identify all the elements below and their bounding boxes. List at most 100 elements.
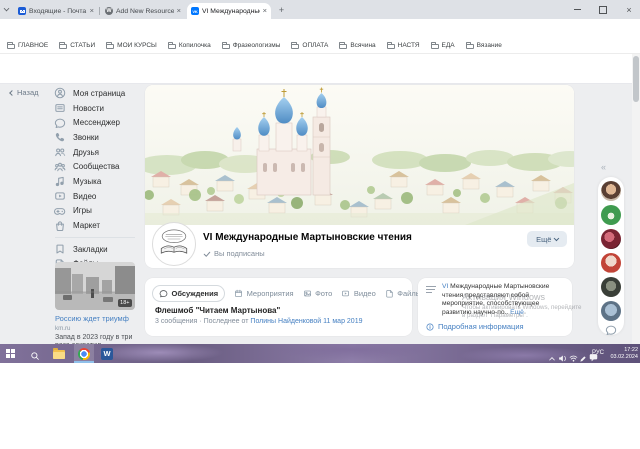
tab-discussions[interactable]: Обсуждения: [152, 285, 225, 302]
discussion-author-link[interactable]: Полины Найденковой: [250, 318, 321, 325]
friend-avatar[interactable]: [601, 181, 621, 201]
friend-avatar[interactable]: [601, 205, 621, 225]
network-icon[interactable]: [569, 350, 578, 368]
volume-icon[interactable]: [558, 350, 567, 368]
browser-tab-resource[interactable]: Add New Resource - 2022 - 20 ×: [101, 3, 185, 19]
bookmark-folder[interactable]: Всячина: [339, 42, 375, 50]
files-tab-icon: [385, 289, 394, 298]
communities-icon: [54, 161, 66, 173]
sidebar-item-news[interactable]: Новости: [54, 101, 146, 116]
bookmark-folder[interactable]: Копилочка: [168, 42, 211, 50]
ad-image[interactable]: 18+: [55, 262, 135, 310]
bookmark-folder[interactable]: СТАТЬИ: [59, 42, 95, 50]
browser-tabstrip: Входящие - Почта Mail.ru × Add New Resou…: [0, 0, 640, 19]
content-tabs: Обсуждения Мероприятия Фото Видео Файлы: [152, 284, 421, 302]
tab-photos[interactable]: Фото: [303, 289, 333, 298]
vk-header: вконтакте: [0, 54, 632, 84]
friend-avatar[interactable]: [601, 277, 621, 297]
friend-avatar[interactable]: [601, 253, 621, 273]
tab-files[interactable]: Файлы: [385, 289, 421, 298]
market-icon: [54, 220, 66, 232]
messenger-icon: [54, 117, 66, 129]
window-minimize-button[interactable]: [566, 0, 588, 19]
vk-favicon-icon: [191, 7, 199, 15]
detailed-info-link[interactable]: Подробная информация: [426, 322, 524, 331]
messages-bubble-icon[interactable]: [605, 323, 617, 341]
window-close-button[interactable]: ×: [618, 0, 640, 19]
community-avatar[interactable]: [152, 222, 196, 266]
community-description: VI Международные Мартыновские чтения пре…: [442, 283, 566, 318]
video-icon: [54, 190, 66, 202]
bookmark-folder[interactable]: Фразеологизмы: [222, 42, 281, 50]
file-explorer-icon[interactable]: [53, 350, 65, 359]
sidebar-item-bookmarks[interactable]: Закладки: [54, 242, 146, 257]
taskbar-search-icon[interactable]: [30, 348, 40, 366]
tab-search-chevron-icon[interactable]: [4, 6, 10, 12]
collapse-panel-icon[interactable]: «: [601, 162, 606, 172]
new-tab-button[interactable]: +: [276, 4, 287, 15]
folder-icon: [7, 44, 15, 50]
bookmarks-icon: [54, 243, 66, 255]
info-icon: [426, 323, 434, 331]
description-lines-icon: [426, 286, 436, 294]
sidebar-item-my-page[interactable]: Моя страница: [54, 86, 146, 101]
bookmark-folder[interactable]: МОИ КУРСЫ: [106, 42, 157, 50]
games-icon: [54, 205, 66, 217]
sidebar-item-friends[interactable]: Друзья: [54, 145, 146, 160]
friends-online-strip: [598, 177, 624, 335]
page-scrollbar[interactable]: [632, 54, 640, 344]
window-restore-button[interactable]: [592, 0, 614, 19]
bookmark-folder[interactable]: НАСТЯ: [387, 42, 420, 50]
word-icon[interactable]: [101, 348, 113, 360]
tray-expand-icon[interactable]: [548, 350, 556, 368]
sidebar-item-market[interactable]: Маркет: [54, 218, 146, 233]
chrome-taskbar-button[interactable]: [74, 344, 94, 363]
clock-time: 17:22: [606, 347, 638, 354]
folder-icon: [106, 44, 114, 50]
tab-close-icon[interactable]: ×: [263, 7, 267, 15]
folder-icon: [222, 44, 230, 50]
sidebar-item-video[interactable]: Видео: [54, 189, 146, 204]
vk-page: Назад Моя страница Новости Мессенджер Зв…: [0, 84, 632, 344]
tab-close-icon[interactable]: ×: [177, 7, 181, 15]
friend-avatar[interactable]: [601, 301, 621, 321]
bookmark-folder[interactable]: ГЛАВНОЕ: [7, 42, 48, 50]
sidebar-item-music[interactable]: Музыка: [54, 174, 146, 189]
ad-title[interactable]: Россию ждет триумф: [55, 314, 135, 323]
language-indicator[interactable]: РУС: [592, 350, 604, 356]
subscription-status[interactable]: Вы подписаны: [203, 249, 265, 258]
friend-avatar[interactable]: [601, 229, 621, 249]
tab-separator: [99, 7, 100, 15]
sidebar-item-communities[interactable]: Сообщества: [54, 159, 146, 174]
sidebar-item-messenger[interactable]: Мессенджер: [54, 115, 146, 130]
community-more-button[interactable]: Ещё: [527, 231, 567, 247]
folder-icon: [466, 44, 474, 50]
browser-tab-vk-active[interactable]: VI Международные Мартынов… ×: [187, 3, 271, 19]
photos-icon: [303, 289, 312, 298]
taskbar-clock[interactable]: 17:22 03.02.2024: [606, 347, 638, 362]
sidebar-item-calls[interactable]: Звонки: [54, 130, 146, 145]
community-title: VI Международные Мартыновские чтения: [203, 232, 412, 243]
description-more-link[interactable]: Ещё: [508, 309, 524, 316]
discussion-date-link[interactable]: 11 мар 2019: [321, 318, 362, 325]
discussions-icon: [159, 289, 168, 298]
check-icon: [203, 250, 211, 258]
friends-icon: [54, 146, 66, 158]
tab-close-icon[interactable]: ×: [90, 7, 94, 15]
sidebar-ad[interactable]: 18+ Россию ждет триумф km.ru Запад в 202…: [55, 262, 135, 351]
bookmark-folder[interactable]: ОПЛАТА: [291, 42, 328, 50]
start-button-icon[interactable]: [6, 349, 15, 358]
sidebar-item-games[interactable]: Игры: [54, 204, 146, 219]
vk-sidebar-menu: Моя страница Новости Мессенджер Звонки Д…: [54, 86, 146, 271]
back-link[interactable]: Назад: [10, 88, 39, 97]
tab-events[interactable]: Мероприятия: [234, 289, 294, 298]
age-badge: 18+: [118, 299, 132, 307]
browser-tab-mail[interactable]: Входящие - Почта Mail.ru ×: [14, 3, 98, 19]
bookmark-folder[interactable]: Вязание: [466, 42, 502, 50]
bookmark-folder[interactable]: ЕДА: [431, 42, 455, 50]
folder-icon: [339, 44, 347, 50]
discussion-title[interactable]: Флешмоб "Читаем Мартынова": [155, 306, 280, 315]
tab-videos[interactable]: Видео: [341, 289, 375, 298]
pen-icon[interactable]: [579, 350, 587, 368]
scrollbar-thumb[interactable]: [633, 56, 639, 102]
